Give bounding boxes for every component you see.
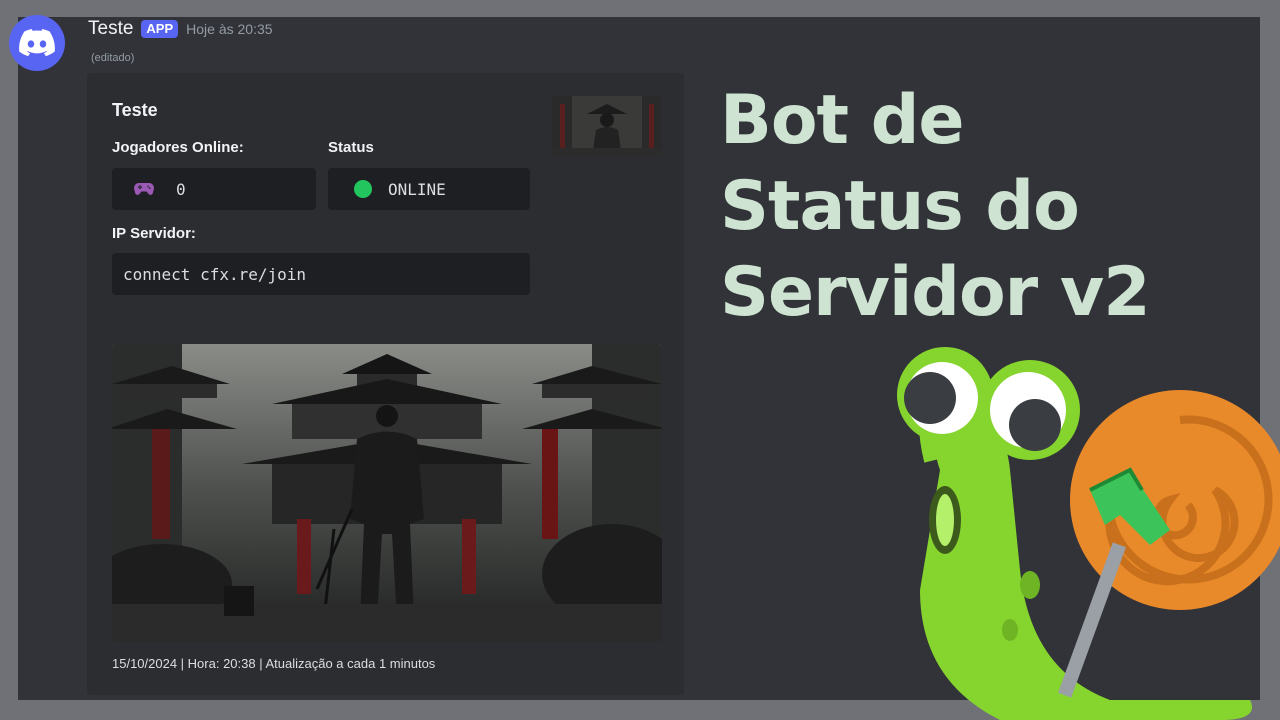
status-dot-icon — [354, 180, 372, 198]
headline: Bot de Status do Servidor v2 — [720, 78, 1151, 336]
discord-logo-icon — [19, 29, 55, 57]
username[interactable]: Teste — [88, 18, 133, 40]
status-value: ONLINE — [388, 179, 446, 199]
players-value: 0 — [176, 179, 186, 199]
headline-line-1: Bot de — [720, 81, 965, 160]
headline-line-2: Status do — [720, 167, 1080, 246]
message-header: Teste APP Hoje às 20:35 — [88, 17, 273, 41]
embed-image[interactable] — [112, 344, 662, 642]
status-label: Status — [328, 139, 374, 156]
embed-title: Teste — [112, 100, 158, 120]
status-embed: Teste Jogadores Online: 0 Status ONLINE … — [87, 73, 684, 695]
embed-footer: 15/10/2024 | Hora: 20:38 | Atualização a… — [112, 656, 436, 671]
bot-avatar[interactable] — [9, 15, 65, 71]
edited-label: (editado) — [91, 52, 135, 64]
ip-label: IP Servidor: — [112, 225, 196, 242]
players-label: Jogadores Online: — [112, 139, 244, 156]
players-value-box: 0 — [112, 168, 316, 210]
snail-mascot-illustration — [897, 347, 1280, 720]
gamepad-icon — [134, 182, 154, 196]
status-value-box: ONLINE — [328, 168, 530, 210]
ip-value-box[interactable]: connect cfx.re/join — [112, 253, 530, 295]
ip-value: connect cfx.re/join — [123, 264, 307, 284]
message-timestamp: Hoje às 20:35 — [186, 21, 273, 37]
app-badge: APP — [141, 20, 179, 38]
embed-thumbnail[interactable] — [552, 96, 662, 157]
headline-line-3: Servidor v2 — [720, 253, 1151, 332]
